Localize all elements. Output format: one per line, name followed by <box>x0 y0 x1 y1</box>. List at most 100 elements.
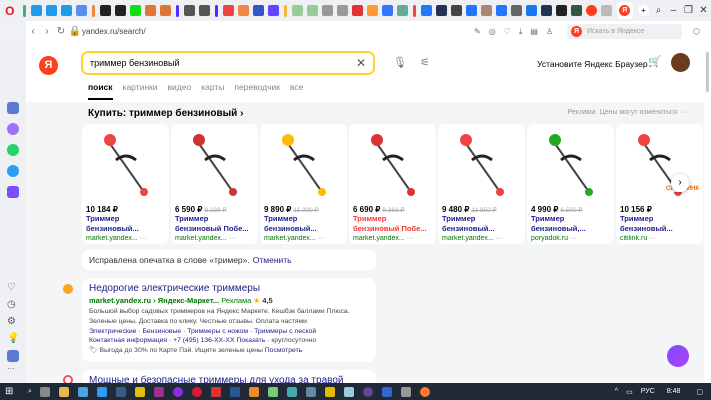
tray-chevron-icon[interactable]: ^ <box>615 388 618 395</box>
product-title[interactable]: бензиновый,... <box>531 224 610 234</box>
tab[interactable] <box>510 5 522 16</box>
url-field[interactable]: yandex.ru/search/ <box>82 27 146 36</box>
tab[interactable] <box>585 5 597 16</box>
scrollbar[interactable] <box>704 42 711 383</box>
taskbar-app[interactable] <box>382 386 393 397</box>
product-card[interactable]: 9 890 ₽11 300 ₽ Триммер бензиновый... ma… <box>260 124 347 244</box>
product-title[interactable]: Триммер <box>531 214 610 224</box>
search-icon[interactable]: ⌕ <box>28 388 32 396</box>
tab[interactable] <box>60 5 72 16</box>
tab[interactable] <box>159 5 171 16</box>
tab[interactable] <box>306 5 318 16</box>
product-title[interactable]: Триммер <box>86 214 165 224</box>
taskbar-app[interactable] <box>363 386 374 397</box>
alice-button[interactable] <box>667 345 689 367</box>
more-icon[interactable]: ··· <box>7 364 19 376</box>
tab[interactable] <box>252 5 264 16</box>
app-icon[interactable] <box>7 186 19 198</box>
product-title[interactable]: Триммер <box>442 214 521 224</box>
product-title[interactable]: бензиновый... <box>86 224 165 234</box>
taskbar-app[interactable] <box>40 386 51 397</box>
tab[interactable] <box>366 5 378 16</box>
tab[interactable] <box>381 5 393 16</box>
tab[interactable] <box>465 5 477 16</box>
product-card[interactable]: 6 590 ₽8 238 ₽ Триммер бензиновый Побе..… <box>171 124 258 244</box>
product-title[interactable]: бензиновый... <box>620 224 699 234</box>
tab-images[interactable]: картинки <box>123 82 158 100</box>
tab-all[interactable]: все <box>290 82 303 100</box>
tab-search[interactable]: поиск <box>88 82 113 100</box>
filters-icon[interactable]: ⚟ <box>420 56 430 69</box>
yandex-search-box[interactable]: Я Искать в Яндексе <box>567 24 682 39</box>
tab[interactable] <box>396 5 408 16</box>
settings-icon[interactable]: ⚙ <box>7 316 19 328</box>
close-button[interactable]: ✕ <box>696 5 711 16</box>
lang-indicator[interactable]: РУС <box>641 388 655 395</box>
result-title[interactable]: Недорогие электрические триммеры <box>89 283 369 294</box>
opera-menu-icon[interactable]: O <box>0 4 20 18</box>
notifications-icon[interactable]: ▢ <box>696 388 703 396</box>
taskbar-app[interactable] <box>97 386 108 397</box>
forward-button[interactable]: › <box>40 26 54 37</box>
taskbar-app[interactable] <box>401 386 412 397</box>
avatar[interactable] <box>671 53 690 72</box>
tab[interactable] <box>570 5 582 16</box>
extensions-icon[interactable]: ⬡ <box>693 27 700 36</box>
tab[interactable] <box>555 5 567 16</box>
aria-icon[interactable] <box>7 102 19 114</box>
whatsapp-icon[interactable] <box>7 144 19 156</box>
tab[interactable] <box>600 5 612 16</box>
tab[interactable] <box>45 5 57 16</box>
taskbar-app[interactable] <box>154 386 165 397</box>
tab[interactable] <box>198 5 210 16</box>
shopping-title[interactable]: Купить: триммер бензиновый › <box>88 108 243 119</box>
tab[interactable] <box>420 5 432 16</box>
taskbar-app[interactable] <box>325 386 336 397</box>
taskbar-app[interactable] <box>211 386 222 397</box>
tab[interactable] <box>30 5 42 16</box>
back-button[interactable]: ‹ <box>26 26 40 37</box>
product-card[interactable]: 9 480 ₽11 850 ₽ Триммер бензиновый... ma… <box>438 124 525 244</box>
tab[interactable] <box>480 5 492 16</box>
search-input[interactable]: триммер бензиновый ✕ <box>81 51 375 75</box>
app-icon[interactable] <box>7 350 19 362</box>
product-title[interactable]: Триммер <box>620 214 699 224</box>
product-card[interactable]: 10 156 ₽ Триммер бензиновый... citilink.… <box>616 124 703 244</box>
tab[interactable] <box>114 5 126 16</box>
carousel-next-button[interactable]: › <box>671 174 689 192</box>
tab-video[interactable]: видео <box>168 82 192 100</box>
heart-icon[interactable]: ♡ <box>7 282 19 294</box>
tab[interactable] <box>321 5 333 16</box>
tab[interactable] <box>222 5 234 16</box>
restore-button[interactable]: ❐ <box>681 5 696 16</box>
product-card[interactable]: 10 184 ₽ Триммер бензиновый... market.ya… <box>82 124 169 244</box>
undo-correction-link[interactable]: Отменить <box>253 255 292 265</box>
product-card[interactable]: 6 690 ₽8 363 ₽ Триммер бензиновый Побе..… <box>349 124 436 244</box>
product-title[interactable]: Триммер <box>264 214 343 224</box>
taskbar-app[interactable] <box>230 386 241 397</box>
product-title[interactable]: Триммер <box>175 214 254 224</box>
tab-translate[interactable]: переводчик <box>234 82 280 100</box>
taskbar-app[interactable] <box>268 386 279 397</box>
messenger-icon[interactable] <box>7 123 19 135</box>
tab[interactable] <box>495 5 507 16</box>
search-tabs-icon[interactable]: ⌕ <box>651 5 666 16</box>
taskbar-firefox[interactable] <box>420 386 431 397</box>
yandex-logo[interactable]: Я <box>39 56 58 75</box>
taskbar-app[interactable] <box>344 386 355 397</box>
tab[interactable] <box>183 5 195 16</box>
taskbar-opera[interactable] <box>192 386 203 397</box>
product-title[interactable]: бензиновый... <box>264 224 343 234</box>
minimize-button[interactable]: – <box>666 5 681 16</box>
taskbar-app[interactable] <box>78 386 89 397</box>
tab[interactable] <box>525 5 537 16</box>
telegram-icon[interactable] <box>7 165 19 177</box>
reload-button[interactable]: ↻ <box>54 26 68 37</box>
tab[interactable] <box>99 5 111 16</box>
tab[interactable] <box>336 5 348 16</box>
taskbar-app[interactable] <box>287 386 298 397</box>
new-tab-button[interactable]: + <box>638 5 649 16</box>
clear-icon[interactable]: ✕ <box>356 56 366 70</box>
tab[interactable] <box>351 5 363 16</box>
history-icon[interactable]: ◷ <box>7 299 19 311</box>
